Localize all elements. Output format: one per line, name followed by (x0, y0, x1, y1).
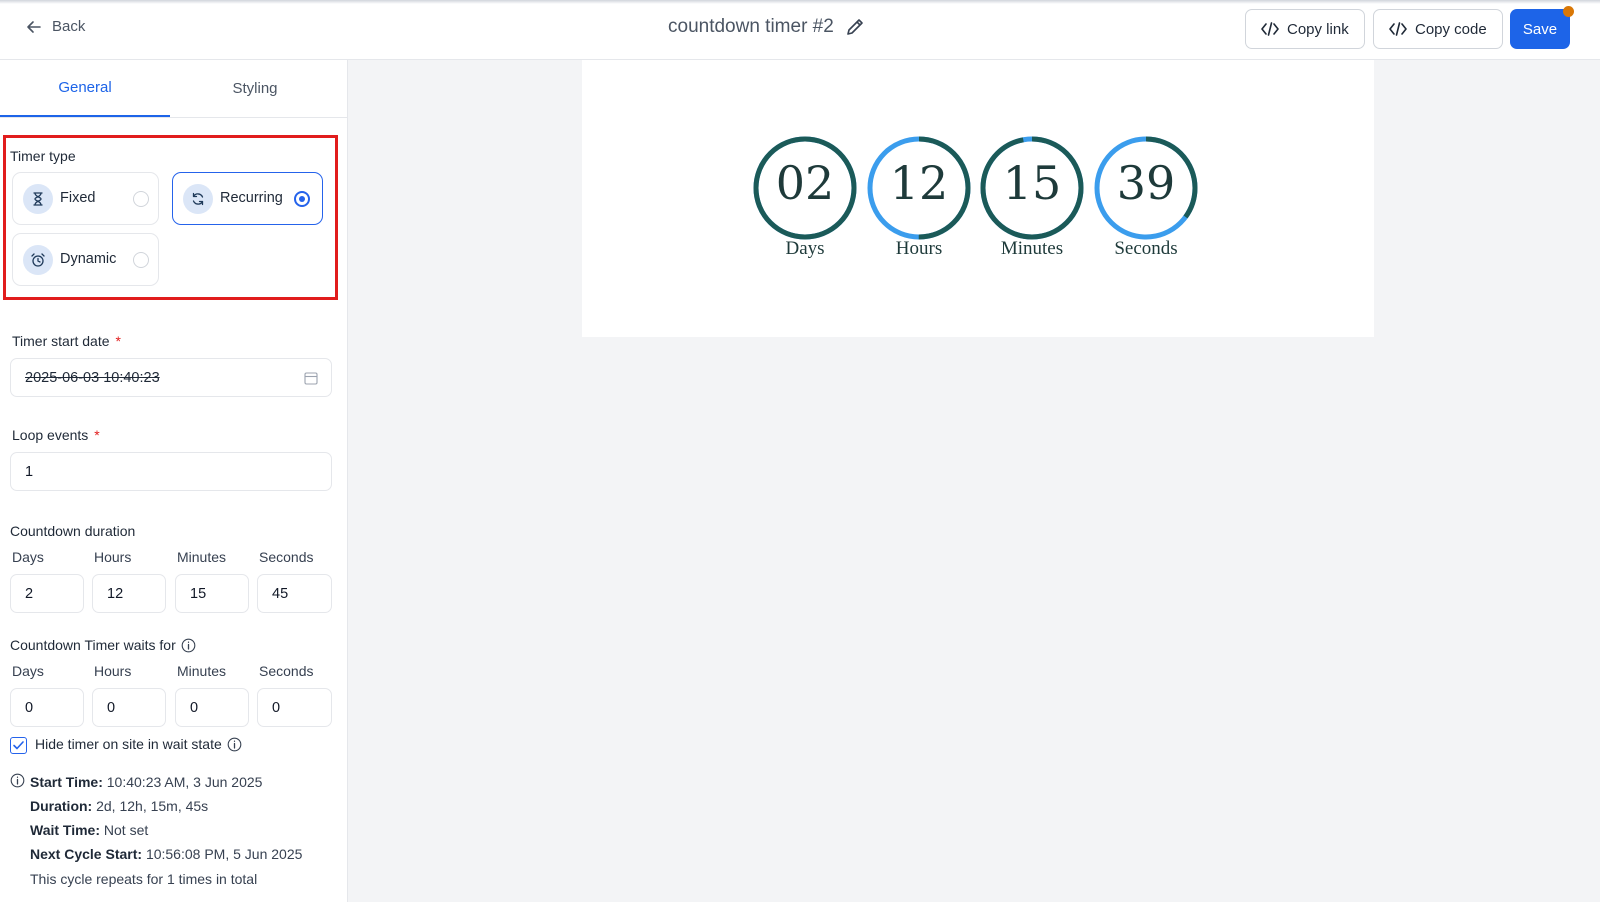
duration-hours-label: Hours (94, 549, 132, 565)
summary-duration-value: 2d, 12h, 15m, 45s (96, 798, 209, 814)
fixed-radio[interactable] (133, 191, 149, 207)
top-shadow (0, 0, 1600, 4)
dynamic-label: Dynamic (60, 251, 117, 267)
info-icon[interactable] (181, 638, 196, 653)
timer-type-recurring[interactable]: Recurring (172, 172, 323, 225)
duration-minutes-input[interactable]: 15 (175, 574, 249, 613)
duration-days-input[interactable]: 2 (10, 574, 84, 613)
required-mark: * (94, 427, 100, 443)
days-label: Days (785, 238, 825, 259)
pencil-icon[interactable] (844, 16, 866, 38)
timer-type-fixed[interactable]: Fixed (12, 172, 159, 225)
summary-next-cycle-value: 10:56:08 PM, 5 Jun 2025 (145, 846, 303, 862)
duration-days-label: Days (12, 549, 44, 565)
wait-days-label: Days (12, 663, 44, 679)
countdown-duration-label: Countdown duration (10, 523, 136, 539)
start-date-label-text: Timer start date (12, 333, 110, 349)
hide-timer-label: Hide timer on site in wait state (35, 736, 242, 752)
summary-wait-time-label: Wait Time: (30, 822, 101, 838)
copy-code-label: Copy code (1415, 20, 1487, 38)
summary-start-time: Start Time: 10:40:23 AM, 3 Jun 2025 (30, 774, 262, 790)
summary-start-time-value: 10:40:23 AM, 3 Jun 2025 (106, 774, 263, 790)
wait-minutes-label: Minutes (177, 663, 227, 679)
hours-value: 12 (889, 156, 949, 210)
seconds-label: Seconds (1114, 238, 1178, 259)
arrow-left-icon (27, 20, 41, 33)
start-date-label: Timer start date * (12, 333, 121, 349)
summary-start-time-label: Start Time: (30, 774, 103, 790)
timer-type-dynamic[interactable]: Dynamic (12, 233, 159, 286)
hourglass-icon (23, 184, 53, 214)
loop-events-label: Loop events * (12, 427, 100, 443)
timer-type-label: Timer type (10, 148, 76, 164)
copy-code-button[interactable]: Copy code (1373, 9, 1503, 49)
summary-wait-time: Wait Time: Not set (30, 822, 148, 838)
tab-general[interactable]: General (0, 60, 170, 117)
summary-next-cycle-label: Next Cycle Start: (30, 846, 143, 862)
recurring-label: Recurring (220, 190, 283, 206)
save-button[interactable]: Save (1510, 9, 1570, 49)
wait-for-label-text: Countdown Timer waits for (10, 637, 176, 653)
settings-panel: General Styling Timer type Fixed Recurri… (0, 60, 348, 902)
info-icon (10, 773, 25, 788)
copy-link-label: Copy link (1287, 20, 1349, 38)
timer-preview: 02 12 15 39 Days Hours Minutes Seconds (582, 60, 1374, 337)
seconds-value: 39 (1116, 156, 1176, 210)
wait-hours-input[interactable]: 0 (92, 688, 166, 727)
wait-hours-label: Hours (94, 663, 132, 679)
dynamic-radio[interactable] (133, 252, 149, 268)
copy-link-button[interactable]: Copy link (1245, 9, 1365, 49)
summary-repeat-text: This cycle repeats for 1 times in total (30, 871, 258, 887)
duration-seconds-input[interactable]: 45 (257, 574, 332, 613)
minutes-value: 15 (1002, 156, 1062, 210)
tab-styling[interactable]: Styling (170, 60, 340, 117)
wait-seconds-input[interactable]: 0 (257, 688, 332, 727)
code-icon (1261, 22, 1279, 36)
tab-divider (0, 117, 347, 118)
days-value: 02 (775, 156, 835, 210)
hide-timer-checkbox[interactable] (10, 737, 27, 754)
duration-hours-input[interactable]: 12 (92, 574, 166, 613)
top-bar: Back countdown timer #2 Copy link Copy c… (0, 0, 1600, 60)
start-date-input[interactable]: 2025-06-03 10:40:23 (10, 358, 332, 397)
info-icon[interactable] (227, 737, 242, 752)
wait-seconds-label: Seconds (259, 663, 314, 679)
loop-events-label-text: Loop events (12, 427, 89, 443)
checkmark-icon (13, 741, 24, 750)
calendar-icon[interactable] (304, 371, 318, 385)
page-title: countdown timer #2 (668, 16, 834, 37)
title-area: countdown timer #2 (668, 16, 866, 38)
recurring-radio[interactable] (294, 191, 310, 207)
summary-duration: Duration: 2d, 12h, 15m, 45s (30, 798, 208, 814)
wait-days-input[interactable]: 0 (10, 688, 84, 727)
hours-label: Hours (895, 238, 943, 259)
unsaved-indicator-dot (1563, 6, 1574, 17)
duration-minutes-label: Minutes (177, 549, 227, 565)
hide-timer-label-text: Hide timer on site in wait state (35, 736, 222, 752)
wait-minutes-input[interactable]: 0 (175, 688, 249, 727)
duration-seconds-label: Seconds (259, 549, 314, 565)
minutes-label: Minutes (1000, 238, 1064, 259)
loop-events-input[interactable]: 1 (10, 452, 332, 491)
back-label: Back (52, 18, 86, 35)
alarm-clock-icon (23, 245, 53, 275)
start-date-value: 2025-06-03 10:40:23 (25, 369, 160, 386)
summary-next-cycle: Next Cycle Start: 10:56:08 PM, 5 Jun 202… (30, 846, 302, 862)
fixed-label: Fixed (60, 190, 96, 206)
wait-for-label: Countdown Timer waits for (10, 637, 196, 653)
back-button[interactable]: Back (26, 18, 85, 35)
code-icon (1389, 22, 1407, 36)
summary-duration-label: Duration: (30, 798, 93, 814)
required-mark: * (115, 333, 121, 349)
refresh-icon (183, 184, 213, 214)
summary-wait-time-value: Not set (103, 822, 149, 838)
